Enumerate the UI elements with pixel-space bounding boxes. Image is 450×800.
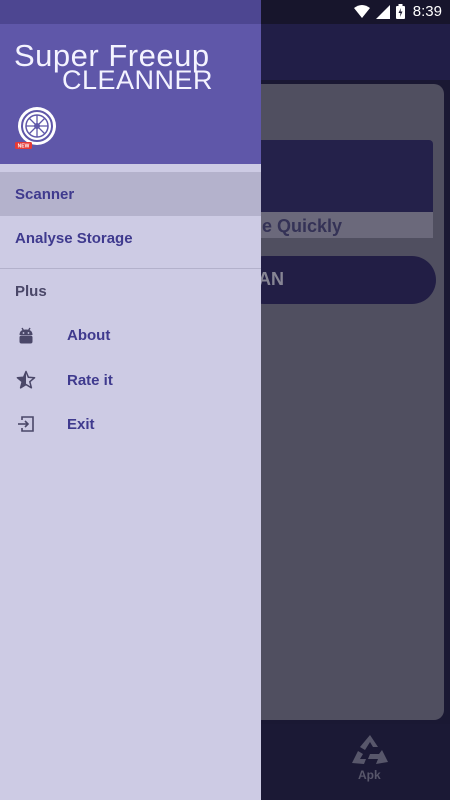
menu-item-label: About — [67, 326, 111, 344]
menu-item-about[interactable]: About — [0, 313, 261, 357]
drawer-header-statusbar — [0, 0, 261, 24]
signal-icon — [375, 4, 390, 19]
menu-item-label: Exit — [67, 415, 95, 433]
star-half-icon — [16, 370, 36, 389]
exit-icon — [18, 416, 34, 432]
drawer-header: Super Freeup CLEANNER NEW — [0, 0, 261, 164]
menu-item-analyse-storage[interactable]: Analyse Storage — [0, 216, 261, 260]
new-badge-label: NEW — [18, 144, 30, 150]
menu-item-scanner[interactable]: Scanner — [0, 172, 261, 216]
menu-item-exit[interactable]: Exit — [0, 402, 261, 446]
app-logo-icon: NEW — [15, 107, 56, 150]
app-title-line2: CLEANNER — [62, 65, 214, 95]
drawer-divider — [0, 268, 261, 269]
menu-item-rate-it[interactable]: Rate it — [0, 358, 261, 402]
wifi-icon — [353, 4, 370, 18]
menu-item-label: Analyse Storage — [15, 229, 133, 247]
android-icon — [19, 327, 33, 344]
section-title-plus: Plus — [15, 283, 47, 300]
menu-item-label: Scanner — [15, 185, 75, 203]
battery-icon — [395, 4, 405, 19]
status-time: 8:39 — [412, 3, 442, 20]
navigation-drawer: Super Freeup CLEANNER NEW Scanner Analys… — [0, 0, 261, 800]
menu-item-label: Rate it — [67, 371, 113, 389]
